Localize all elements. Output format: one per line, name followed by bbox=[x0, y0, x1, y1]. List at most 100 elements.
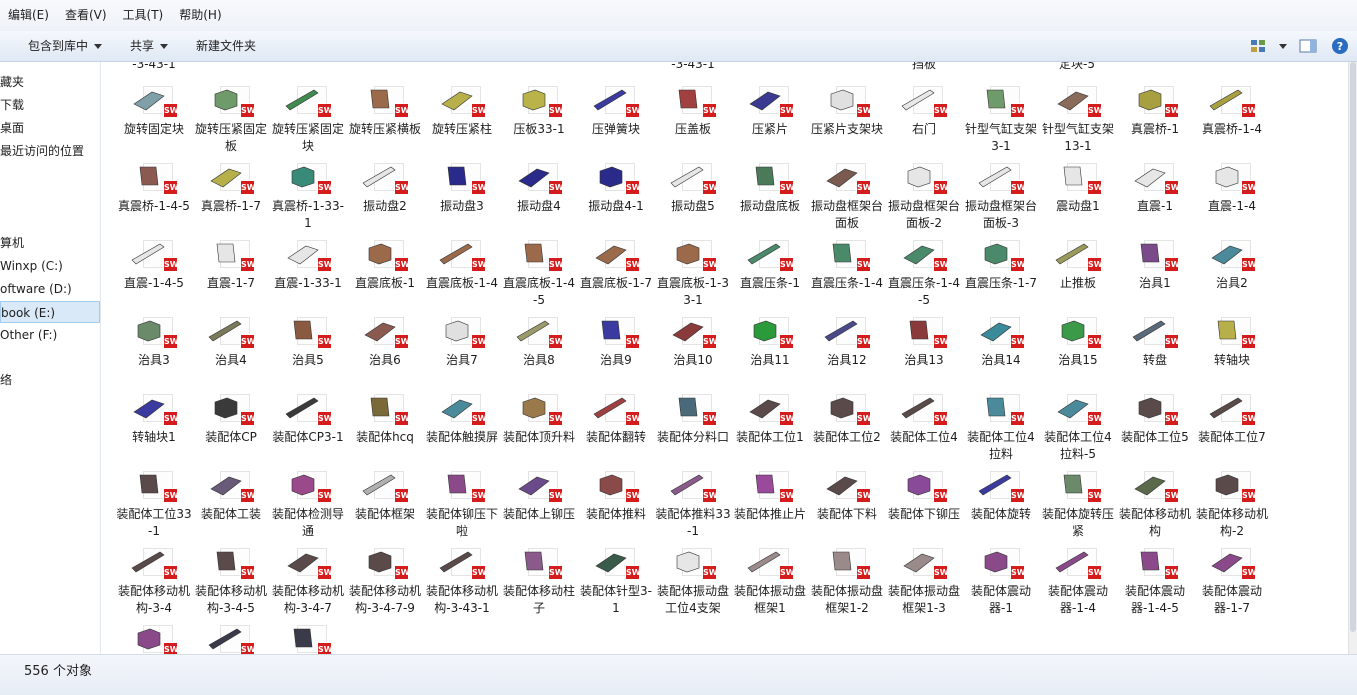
nav-item-network[interactable]: 络 bbox=[0, 369, 100, 391]
include-in-library-button[interactable]: 包含到库中 bbox=[0, 31, 116, 61]
file-item[interactable]: SW装配体总 bbox=[193, 621, 269, 654]
file-item[interactable]: SW 装配体铆压下啦 bbox=[424, 467, 500, 543]
file-item[interactable]: SW 直震底板-1-4 bbox=[424, 236, 500, 312]
file-item[interactable]: SW 装配体下料 bbox=[809, 467, 885, 543]
file-item[interactable]: SW 装配体工位4拉料-5 bbox=[1040, 390, 1116, 466]
file-item[interactable]: SW 装配体移动机构-3-4-5 bbox=[193, 544, 269, 620]
file-item[interactable]: SW 装配体hcq bbox=[347, 390, 423, 466]
menu-view[interactable]: 查看(V) bbox=[57, 0, 115, 31]
file-item[interactable]: SW 治具4 bbox=[193, 313, 269, 389]
view-chevron-down-icon[interactable] bbox=[1279, 43, 1287, 49]
file-item[interactable]: SW 装配体工位1 bbox=[732, 390, 808, 466]
file-item[interactable]: SW 装配体振动盘框架1 bbox=[732, 544, 808, 620]
file-item[interactable]: SW 装配体工装 bbox=[193, 467, 269, 543]
file-item[interactable]: SW 真震桥-1 bbox=[1117, 82, 1193, 158]
file-item[interactable]: SW 装配体工位2 bbox=[809, 390, 885, 466]
file-item[interactable]: SW 治具15 bbox=[1040, 313, 1116, 389]
file-item[interactable]: SW 直震底板-1 bbox=[347, 236, 423, 312]
file-item[interactable]: SW 直震底板-1-7 bbox=[578, 236, 654, 312]
file-item[interactable]: SW 治具10 bbox=[655, 313, 731, 389]
file-item[interactable]: SW 振动盘框架台面板-2 bbox=[886, 159, 962, 235]
file-item[interactable]: SW 直震-1-4-5 bbox=[116, 236, 192, 312]
scrollbar-thumb[interactable] bbox=[1350, 62, 1356, 632]
file-item[interactable]: SW 治具5 bbox=[270, 313, 346, 389]
file-item[interactable]: SW 震动盘1 bbox=[1040, 159, 1116, 235]
file-item[interactable]: SW 治具2 bbox=[1194, 236, 1270, 312]
file-item[interactable]: SW 直震压条-1-4 bbox=[809, 236, 885, 312]
file-item[interactable]: SW 旋转压紧柱 bbox=[424, 82, 500, 158]
file-item[interactable]: SW 装配体振动盘框架1-2 bbox=[809, 544, 885, 620]
share-button[interactable]: 共享 bbox=[116, 31, 182, 61]
nav-item-desktop[interactable]: 桌面 bbox=[0, 117, 100, 139]
file-item[interactable]: SW 旋转压紧固定板 bbox=[193, 82, 269, 158]
file-item[interactable]: SW 直震压条-1-7 bbox=[963, 236, 1039, 312]
file-item[interactable]: SW 装配体移动机构-3-4-7-9 bbox=[347, 544, 423, 620]
file-item[interactable]: SW 转盘 bbox=[1117, 313, 1193, 389]
file-item[interactable]: SW 治具3 bbox=[116, 313, 192, 389]
file-item[interactable]: SW 旋转压紧固定块 bbox=[270, 82, 346, 158]
nav-item-favorites[interactable]: 藏夹 bbox=[0, 71, 100, 93]
file-item[interactable]: SW 装配体分料口 bbox=[655, 390, 731, 466]
help-icon[interactable]: ? bbox=[1329, 36, 1351, 56]
file-item[interactable]: SW 装配体工位4 bbox=[886, 390, 962, 466]
file-item[interactable]: SW 振动盘底板 bbox=[732, 159, 808, 235]
file-item[interactable]: SW 装配体移动机构 bbox=[1117, 467, 1193, 543]
nav-item-downloads[interactable]: 下载 bbox=[0, 94, 100, 116]
file-item[interactable]: SW 直震压条-1-4-5 bbox=[886, 236, 962, 312]
file-item[interactable]: SW 压弹簧块 bbox=[578, 82, 654, 158]
file-item[interactable]: SW 装配体顶升料 bbox=[501, 390, 577, 466]
file-item[interactable]: SW 直震-1-33-1 bbox=[270, 236, 346, 312]
file-item[interactable]: SW 装配体震动器-1 bbox=[963, 544, 1039, 620]
file-item[interactable]: SW 装配体针型3-1 bbox=[578, 544, 654, 620]
file-item[interactable]: SW 装配体移动机构-3-4-7 bbox=[270, 544, 346, 620]
file-item[interactable]: SW 装配体移动机构-3-43-1 bbox=[424, 544, 500, 620]
nav-item-recent-places[interactable]: 最近访问的位置 bbox=[0, 140, 100, 162]
file-item[interactable]: SW 装配体工位33-1 bbox=[116, 467, 192, 543]
file-item[interactable]: SW 装配体触摸屏 bbox=[424, 390, 500, 466]
file-item[interactable]: SW 针型气缸支架3-1 bbox=[963, 82, 1039, 158]
nav-item-drive-c[interactable]: Winxp (C:) bbox=[0, 255, 100, 277]
file-item[interactable]: SW 装配体振动盘工位4支架 bbox=[655, 544, 731, 620]
file-item[interactable]: SW 装配体检测导通 bbox=[270, 467, 346, 543]
file-item[interactable]: SW 治具1 bbox=[1117, 236, 1193, 312]
file-item[interactable]: SW装配体总转盘 bbox=[270, 621, 346, 654]
file-item[interactable]: SW 装配体震动器-1-4 bbox=[1040, 544, 1116, 620]
new-folder-button[interactable]: 新建文件夹 bbox=[182, 31, 270, 61]
file-item[interactable]: SW 装配体框架 bbox=[347, 467, 423, 543]
file-item[interactable]: SW 治具14 bbox=[963, 313, 1039, 389]
file-item[interactable]: SW 压紧片支架块 bbox=[809, 82, 885, 158]
file-item[interactable]: SW 装配体上铆压 bbox=[501, 467, 577, 543]
file-item[interactable]: SW 压紧片 bbox=[732, 82, 808, 158]
file-item[interactable]: SW 装配体移动机构-2 bbox=[1194, 467, 1270, 543]
file-item[interactable]: SW 振动盘4-1 bbox=[578, 159, 654, 235]
file-item[interactable]: SW 直震-1-4 bbox=[1194, 159, 1270, 235]
nav-item-drive-e[interactable]: book (E:) bbox=[0, 301, 100, 323]
file-item[interactable]: SW 装配体震动器-1-7 bbox=[1194, 544, 1270, 620]
file-item[interactable]: SW 治具12 bbox=[809, 313, 885, 389]
file-item[interactable]: SW 治具7 bbox=[424, 313, 500, 389]
file-item[interactable]: SW 直震底板-1-4-5 bbox=[501, 236, 577, 312]
file-item[interactable]: SW 装配体推止片 bbox=[732, 467, 808, 543]
file-item[interactable]: SW 振动盘5 bbox=[655, 159, 731, 235]
file-item[interactable]: SW装配体震动器-1-33-1 bbox=[116, 621, 192, 654]
file-item[interactable]: SW 装配体推料33-1 bbox=[655, 467, 731, 543]
file-item[interactable]: SW 装配体振动盘框架1-3 bbox=[886, 544, 962, 620]
file-item[interactable]: SW 装配体翻转 bbox=[578, 390, 654, 466]
file-item[interactable]: SW 直震压条-1 bbox=[732, 236, 808, 312]
file-item[interactable]: SW 真震桥-1-4 bbox=[1194, 82, 1270, 158]
file-item[interactable]: SW 治具6 bbox=[347, 313, 423, 389]
file-item[interactable]: SW 装配体移动机构-3-4 bbox=[116, 544, 192, 620]
file-item[interactable]: SW 真震桥-1-7 bbox=[193, 159, 269, 235]
file-item[interactable]: SW 装配体旋转 bbox=[963, 467, 1039, 543]
nav-item-drive-d[interactable]: oftware (D:) bbox=[0, 278, 100, 300]
file-item[interactable]: SW 真震桥-1-33-1 bbox=[270, 159, 346, 235]
file-item[interactable]: SW 治具13 bbox=[886, 313, 962, 389]
menu-tools[interactable]: 工具(T) bbox=[115, 0, 172, 31]
file-item[interactable]: SW 真震桥-1-4-5 bbox=[116, 159, 192, 235]
vertical-scrollbar[interactable] bbox=[1348, 62, 1357, 654]
preview-pane-icon[interactable] bbox=[1297, 36, 1319, 56]
file-item[interactable]: SW 直震-1 bbox=[1117, 159, 1193, 235]
menu-help[interactable]: 帮助(H) bbox=[171, 0, 229, 31]
file-item[interactable]: SW 压盖板 bbox=[655, 82, 731, 158]
file-item[interactable]: SW 治具8 bbox=[501, 313, 577, 389]
